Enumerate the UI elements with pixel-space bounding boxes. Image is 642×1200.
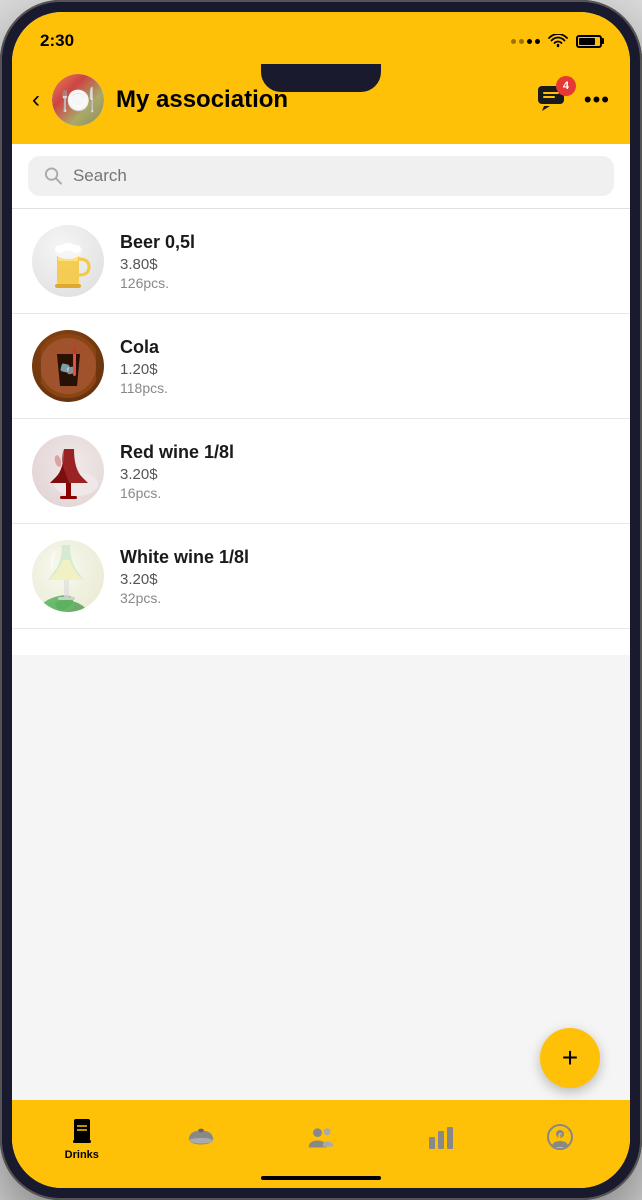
- product-price: 3.20$: [120, 571, 610, 588]
- product-name: Cola: [120, 337, 610, 358]
- product-image-beer: [32, 225, 104, 297]
- profile-icon: €: [546, 1123, 574, 1151]
- drinks-icon: [68, 1117, 96, 1145]
- search-icon: [44, 166, 63, 186]
- search-container: [12, 144, 630, 209]
- list-item[interactable]: White wine 1/8l 3.20$ 32pcs.: [12, 524, 630, 629]
- empty-content-area: [12, 655, 630, 1101]
- home-indicator: [261, 1176, 381, 1180]
- status-bar: 2:30: [12, 12, 630, 64]
- back-button[interactable]: ‹: [32, 88, 40, 112]
- sidebar-item-stats[interactable]: [381, 1123, 501, 1155]
- add-button[interactable]: +: [540, 1028, 600, 1088]
- product-info-cola: Cola 1.20$ 118pcs.: [120, 337, 610, 396]
- product-price: 3.20$: [120, 466, 610, 483]
- wifi-icon: [548, 34, 568, 49]
- product-list: Beer 0,5l 3.80$ 126pcs.: [12, 209, 630, 655]
- nav-label-drinks: Drinks: [65, 1149, 99, 1161]
- sidebar-item-members[interactable]: [261, 1123, 381, 1155]
- avatar: [52, 74, 104, 126]
- product-image-cola: [32, 330, 104, 402]
- product-info-redwine: Red wine 1/8l 3.20$ 16pcs.: [120, 442, 610, 501]
- battery-icon: [576, 35, 602, 48]
- bottom-navigation: Drinks: [12, 1100, 630, 1188]
- product-image-whitewine: [32, 540, 104, 612]
- product-stock: 126pcs.: [120, 275, 610, 291]
- chat-button[interactable]: 4: [536, 84, 568, 117]
- product-name: Beer 0,5l: [120, 232, 610, 253]
- notification-badge: 4: [556, 76, 576, 96]
- product-image-redwine: [32, 435, 104, 507]
- phone-frame: 2:30: [0, 0, 642, 1200]
- more-menu-button[interactable]: •••: [584, 87, 610, 113]
- sidebar-item-profile[interactable]: €: [500, 1123, 620, 1155]
- search-bar[interactable]: [28, 156, 614, 196]
- sidebar-item-food[interactable]: [142, 1123, 262, 1155]
- food-icon: [187, 1123, 215, 1151]
- status-icons: [511, 34, 602, 49]
- svg-text:€: €: [558, 1132, 563, 1141]
- signal-icon: [511, 39, 540, 44]
- list-item[interactable]: Red wine 1/8l 3.20$ 16pcs.: [12, 419, 630, 524]
- notch: [261, 64, 381, 92]
- list-item[interactable]: Beer 0,5l 3.80$ 126pcs.: [12, 209, 630, 314]
- status-time: 2:30: [40, 31, 74, 51]
- product-info-whitewine: White wine 1/8l 3.20$ 32pcs.: [120, 547, 610, 606]
- members-icon: [307, 1123, 335, 1151]
- sidebar-item-drinks[interactable]: Drinks: [22, 1117, 142, 1161]
- product-info-beer: Beer 0,5l 3.80$ 126pcs.: [120, 232, 610, 291]
- product-stock: 32pcs.: [120, 590, 610, 606]
- product-price: 1.20$: [120, 361, 610, 378]
- phone-screen: 2:30: [12, 12, 630, 1188]
- list-item[interactable]: Cola 1.20$ 118pcs.: [12, 314, 630, 419]
- product-stock: 16pcs.: [120, 485, 610, 501]
- product-price: 3.80$: [120, 256, 610, 273]
- header-actions: 4 •••: [536, 84, 610, 117]
- product-stock: 118pcs.: [120, 380, 610, 396]
- search-input[interactable]: [73, 166, 598, 186]
- product-name: Red wine 1/8l: [120, 442, 610, 463]
- product-name: White wine 1/8l: [120, 547, 610, 568]
- stats-icon: [427, 1123, 455, 1151]
